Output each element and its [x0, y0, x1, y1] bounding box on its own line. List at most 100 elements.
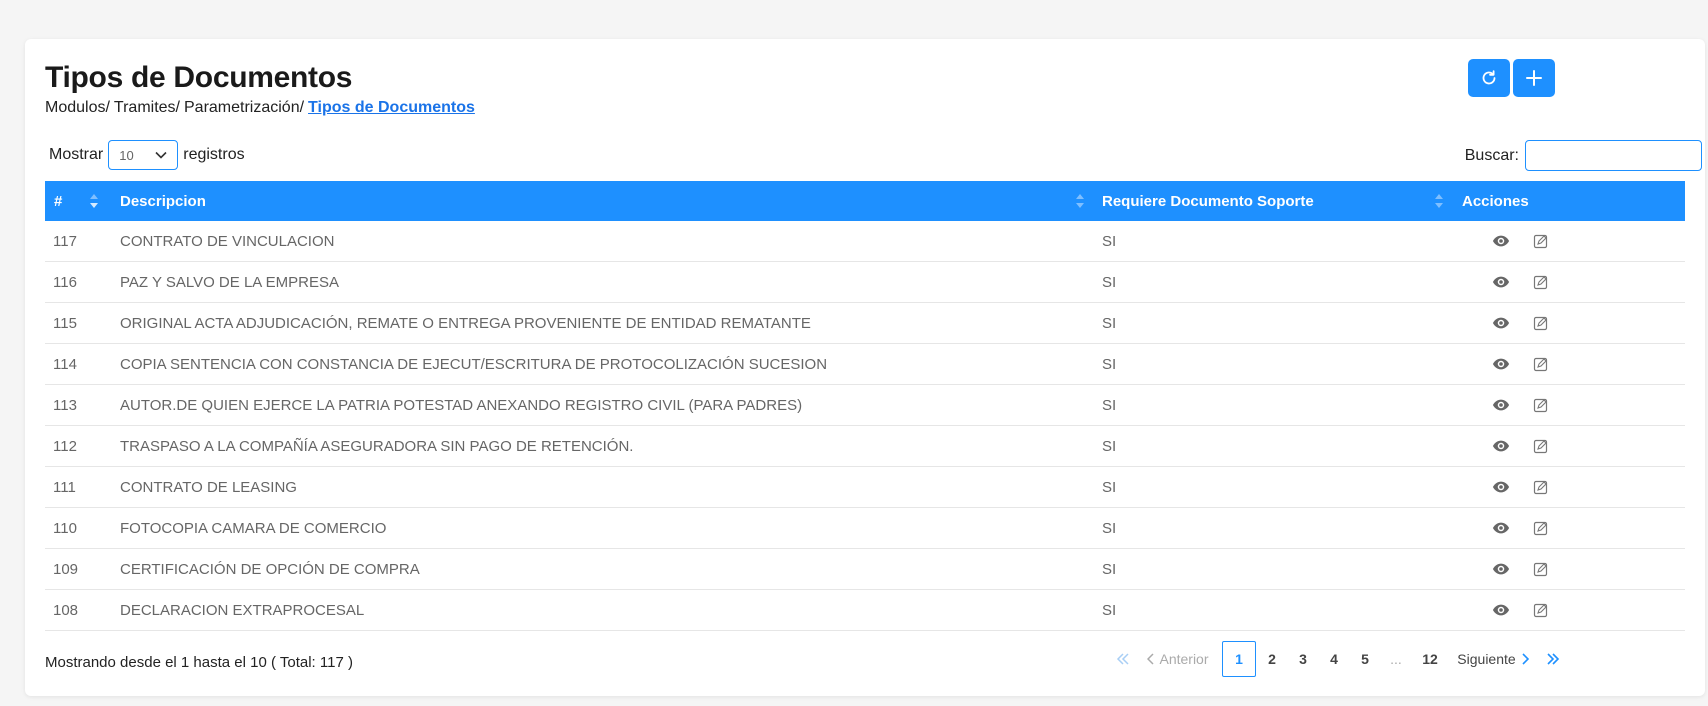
table-row: 109 CERTIFICACIÓN DE OPCIÓN DE COMPRA SI [45, 549, 1685, 590]
previous-page-button[interactable]: Anterior [1143, 641, 1213, 677]
eye-icon [1492, 522, 1510, 541]
eye-icon [1492, 317, 1510, 336]
page-5-button[interactable]: 5 [1351, 641, 1379, 677]
cell-requires-support: SI [1102, 315, 1117, 332]
cell-id: 116 [53, 274, 77, 291]
refresh-icon [1482, 70, 1496, 85]
view-button[interactable] [1492, 396, 1510, 418]
first-page-button[interactable] [1108, 641, 1138, 677]
last-page-button[interactable] [1538, 641, 1568, 677]
view-button[interactable] [1492, 273, 1510, 295]
view-button[interactable] [1492, 478, 1510, 500]
page-12-button[interactable]: 12 [1414, 641, 1446, 677]
cell-description: COPIA SENTENCIA CON CONSTANCIA DE EJECUT… [120, 356, 828, 373]
cell-id: 115 [53, 315, 77, 332]
next-page-button[interactable]: Siguiente [1453, 641, 1533, 677]
edit-button[interactable] [1533, 315, 1549, 335]
sort-icon[interactable] [1075, 192, 1085, 210]
table-row: 113 AUTOR.DE QUIEN EJERCE LA PATRIA POTES… [45, 385, 1685, 426]
edit-icon [1533, 480, 1549, 499]
cell-description: FOTOCOPIA CAMARA DE COMERCIO [120, 520, 387, 537]
edit-button[interactable] [1533, 561, 1549, 581]
header-description[interactable]: Descripcion [120, 193, 206, 210]
double-chevron-left-icon [1116, 653, 1129, 665]
edit-button[interactable] [1533, 233, 1549, 253]
eye-icon [1492, 276, 1510, 295]
cell-description: CONTRATO DE LEASING [120, 479, 297, 496]
table-row: 115 ORIGINAL ACTA ADJUDICACIÓN, REMATE O … [45, 303, 1685, 344]
eye-icon [1492, 358, 1510, 377]
search-label: Buscar: [1464, 146, 1519, 164]
cell-description: DECLARACION EXTRAPROCESAL [120, 602, 365, 619]
add-button[interactable] [1513, 59, 1555, 97]
page-size-select[interactable]: 10 [108, 140, 179, 170]
breadcrumb-item-modulos[interactable]: Modulos/ [45, 99, 110, 116]
view-button[interactable] [1492, 232, 1510, 254]
cell-id: 110 [53, 520, 77, 537]
plus-icon [1526, 70, 1542, 86]
search-input[interactable] [1525, 140, 1702, 171]
breadcrumb: Modulos/Tramites/Parametrización/Tipos d… [45, 99, 475, 117]
cell-id: 117 [53, 233, 77, 250]
edit-button[interactable] [1533, 356, 1549, 376]
cell-requires-support: SI [1102, 438, 1117, 455]
view-button[interactable] [1492, 601, 1510, 623]
header-id[interactable]: # [54, 193, 62, 210]
cell-description: CERTIFICACIÓN DE OPCIÓN DE COMPRA [120, 561, 420, 578]
cell-id: 109 [53, 561, 79, 578]
edit-button[interactable] [1533, 438, 1549, 458]
records-label: registros [183, 146, 245, 163]
page-4-button[interactable]: 4 [1320, 641, 1348, 677]
page-1-button[interactable]: 1 [1222, 641, 1256, 677]
edit-button[interactable] [1533, 479, 1549, 499]
eye-icon [1492, 481, 1510, 500]
view-button[interactable] [1492, 519, 1510, 541]
edit-icon [1533, 521, 1549, 540]
breadcrumb-item-parametrizacion[interactable]: Parametrización/ [184, 99, 304, 116]
cell-id: 112 [53, 438, 77, 455]
edit-button[interactable] [1533, 520, 1549, 540]
cell-requires-support: SI [1102, 397, 1117, 414]
sort-icon[interactable] [1434, 192, 1444, 210]
cell-description: TRASPASO A LA COMPAÑÍA ASEGURADORA SIN P… [120, 438, 634, 455]
table-row: 111 CONTRATO DE LEASING SI [45, 467, 1685, 508]
cell-requires-support: SI [1102, 479, 1117, 496]
eye-icon [1492, 399, 1510, 418]
cell-requires-support: SI [1102, 233, 1117, 250]
page-3-button[interactable]: 3 [1289, 641, 1317, 677]
edit-icon [1533, 316, 1549, 335]
edit-icon [1533, 603, 1549, 622]
header-requires-support[interactable]: Requiere Documento Soporte [1102, 193, 1314, 210]
cell-id: 113 [53, 397, 77, 414]
cell-requires-support: SI [1102, 356, 1117, 373]
edit-icon [1533, 562, 1549, 581]
edit-button[interactable] [1533, 397, 1549, 417]
breadcrumb-item-tramites[interactable]: Tramites/ [114, 99, 180, 116]
double-chevron-right-icon [1547, 653, 1560, 665]
refresh-button[interactable] [1468, 59, 1510, 97]
edit-icon [1533, 398, 1549, 417]
edit-button[interactable] [1533, 602, 1549, 622]
chevron-left-icon [1147, 653, 1155, 665]
eye-icon [1492, 235, 1510, 254]
edit-icon [1533, 357, 1549, 376]
edit-button[interactable] [1533, 274, 1549, 294]
previous-label: Anterior [1159, 651, 1209, 667]
page-2-button[interactable]: 2 [1258, 641, 1286, 677]
cell-requires-support: SI [1102, 602, 1117, 619]
page-size-value: 10 [119, 147, 134, 163]
view-button[interactable] [1492, 314, 1510, 336]
sort-icon[interactable] [89, 192, 99, 210]
eye-icon [1492, 563, 1510, 582]
cell-id: 114 [53, 356, 77, 373]
view-button[interactable] [1492, 437, 1510, 459]
search-control: Buscar: [1465, 140, 1702, 171]
cell-id: 108 [53, 602, 79, 619]
document-types-card: Tipos de Documentos Modulos/Tramites/Par… [25, 39, 1705, 696]
eye-icon [1492, 604, 1510, 623]
cell-description: PAZ Y SALVO DE LA EMPRESA [120, 274, 339, 291]
view-button[interactable] [1492, 355, 1510, 377]
breadcrumb-current[interactable]: Tipos de Documentos [308, 99, 475, 116]
chevron-right-icon [1522, 653, 1529, 665]
view-button[interactable] [1492, 560, 1510, 582]
